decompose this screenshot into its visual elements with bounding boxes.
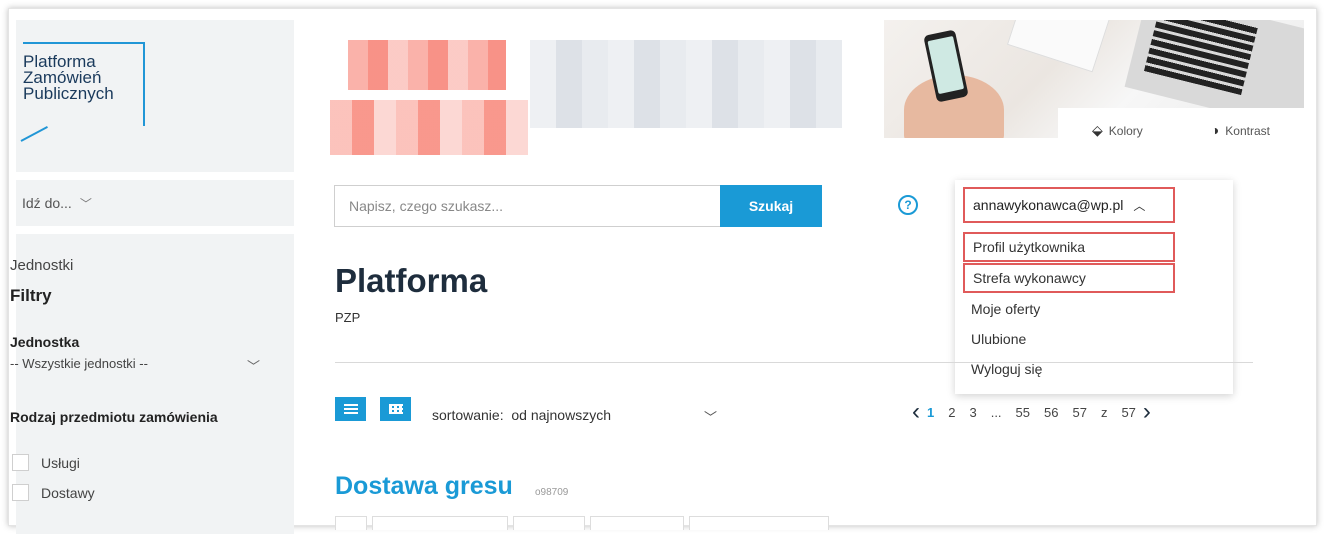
checkbox[interactable] xyxy=(12,484,29,501)
category-option-label: Dostawy xyxy=(41,484,95,501)
user-email: annawykonawca@wp.pl xyxy=(973,197,1124,213)
sidebar-item-units[interactable]: Jednostki xyxy=(10,257,73,274)
contrast-icon: ◑ xyxy=(1210,122,1220,138)
menu-item-logout[interactable]: Wyloguj się xyxy=(963,354,1175,384)
divider xyxy=(335,362,1253,363)
help-icon[interactable]: ? xyxy=(898,195,918,215)
logo-accent xyxy=(20,126,48,142)
menu-item-contractor-zone[interactable]: Strefa wykonawcy xyxy=(963,263,1175,293)
listing-tag xyxy=(372,516,508,530)
category-option-label: Usługi xyxy=(41,454,80,471)
unit-label: Jednostka xyxy=(10,334,80,350)
goto-dropdown[interactable]: Idź do... ﹀ xyxy=(16,180,294,226)
sort-value: od najnowszych xyxy=(511,407,611,423)
pagination: ‹ 1 2 3 ... 55 56 57 z 57 › xyxy=(912,400,1151,424)
chevron-down-icon[interactable]: ﹀ xyxy=(704,407,717,426)
goto-label: Idź do... xyxy=(22,195,72,211)
list-view-button[interactable] xyxy=(335,397,366,421)
hero-paper xyxy=(1006,20,1112,73)
page-title: Platforma xyxy=(335,262,488,299)
page-link[interactable]: 56 xyxy=(1044,405,1058,420)
page-ellipsis: ... xyxy=(990,404,1002,420)
page-subtitle: PZP xyxy=(335,310,361,325)
chevron-left-icon[interactable]: ‹ xyxy=(912,400,920,424)
chevron-down-icon: ﹀ xyxy=(79,196,92,211)
filters-title: Filtry xyxy=(10,286,52,305)
palette-icon: ⬙ xyxy=(1092,121,1103,138)
contrast-button[interactable]: ◑ Kontrast xyxy=(1211,122,1270,138)
search-button[interactable]: Szukaj xyxy=(720,185,822,227)
logo-line-3: Publicznych xyxy=(23,84,114,103)
page-total: 57 xyxy=(1121,404,1136,420)
page-of-label: z xyxy=(1100,404,1108,420)
listing-tag xyxy=(590,516,684,530)
chevron-up-icon: ︿ xyxy=(1133,198,1146,213)
grid-view-button[interactable] xyxy=(380,397,411,421)
category-option-services[interactable]: Usługi xyxy=(12,454,80,471)
logo-area: Platforma Zamówień Publicznych xyxy=(16,20,294,172)
listing-tag xyxy=(513,516,585,530)
accessibility-bar: ⬙ Kolory ◑ Kontrast xyxy=(1058,108,1304,152)
menu-item-profile[interactable]: Profil użytkownika xyxy=(963,232,1175,262)
menu-item-favorites[interactable]: Ulubione xyxy=(963,324,1175,354)
search-bar: Szukaj xyxy=(334,185,822,227)
category-option-deliveries[interactable]: Dostawy xyxy=(12,484,95,501)
menu-item-my-offers[interactable]: Moje oferty xyxy=(963,294,1175,324)
category-label: Rodzaj przedmiotu zamówienia xyxy=(10,409,218,425)
grid-view-icon xyxy=(388,404,403,414)
contrast-label: Kontrast xyxy=(1225,124,1270,138)
colors-button[interactable]: ⬙ Kolory xyxy=(1092,122,1143,139)
page-link-current[interactable]: 1 xyxy=(927,405,934,420)
list-view-icon xyxy=(343,404,358,414)
page-link[interactable]: 3 xyxy=(969,405,976,420)
unit-select-value: -- Wszystkie jednostki -- xyxy=(10,356,148,371)
unit-select[interactable]: -- Wszystkie jednostki -- ﹀ xyxy=(10,356,260,375)
blurred-header-block xyxy=(330,100,528,155)
logo[interactable]: Platforma Zamówień Publicznych xyxy=(20,42,145,142)
search-input[interactable] xyxy=(334,185,720,227)
page-link[interactable]: 55 xyxy=(1016,405,1030,420)
sort-dropdown[interactable]: sortowanie: od najnowszych xyxy=(432,407,611,423)
sort-label: sortowanie: xyxy=(432,407,504,423)
listing-code: o98709 xyxy=(535,487,569,498)
listing-tag xyxy=(335,516,367,530)
chevron-down-icon: ﹀ xyxy=(246,359,260,374)
checkbox[interactable] xyxy=(12,454,29,471)
blurred-header-block xyxy=(348,40,506,90)
user-account-button[interactable]: annawykonawca@wp.pl ︿ xyxy=(963,187,1175,223)
blurred-header-block xyxy=(530,40,842,128)
page-link[interactable]: 57 xyxy=(1072,405,1086,420)
chevron-right-icon[interactable]: › xyxy=(1143,400,1151,424)
page-link[interactable]: 2 xyxy=(948,405,955,420)
colors-label: Kolory xyxy=(1108,123,1143,138)
listing-tag xyxy=(689,516,829,530)
listing-title[interactable]: Dostawa gresu xyxy=(335,472,513,501)
